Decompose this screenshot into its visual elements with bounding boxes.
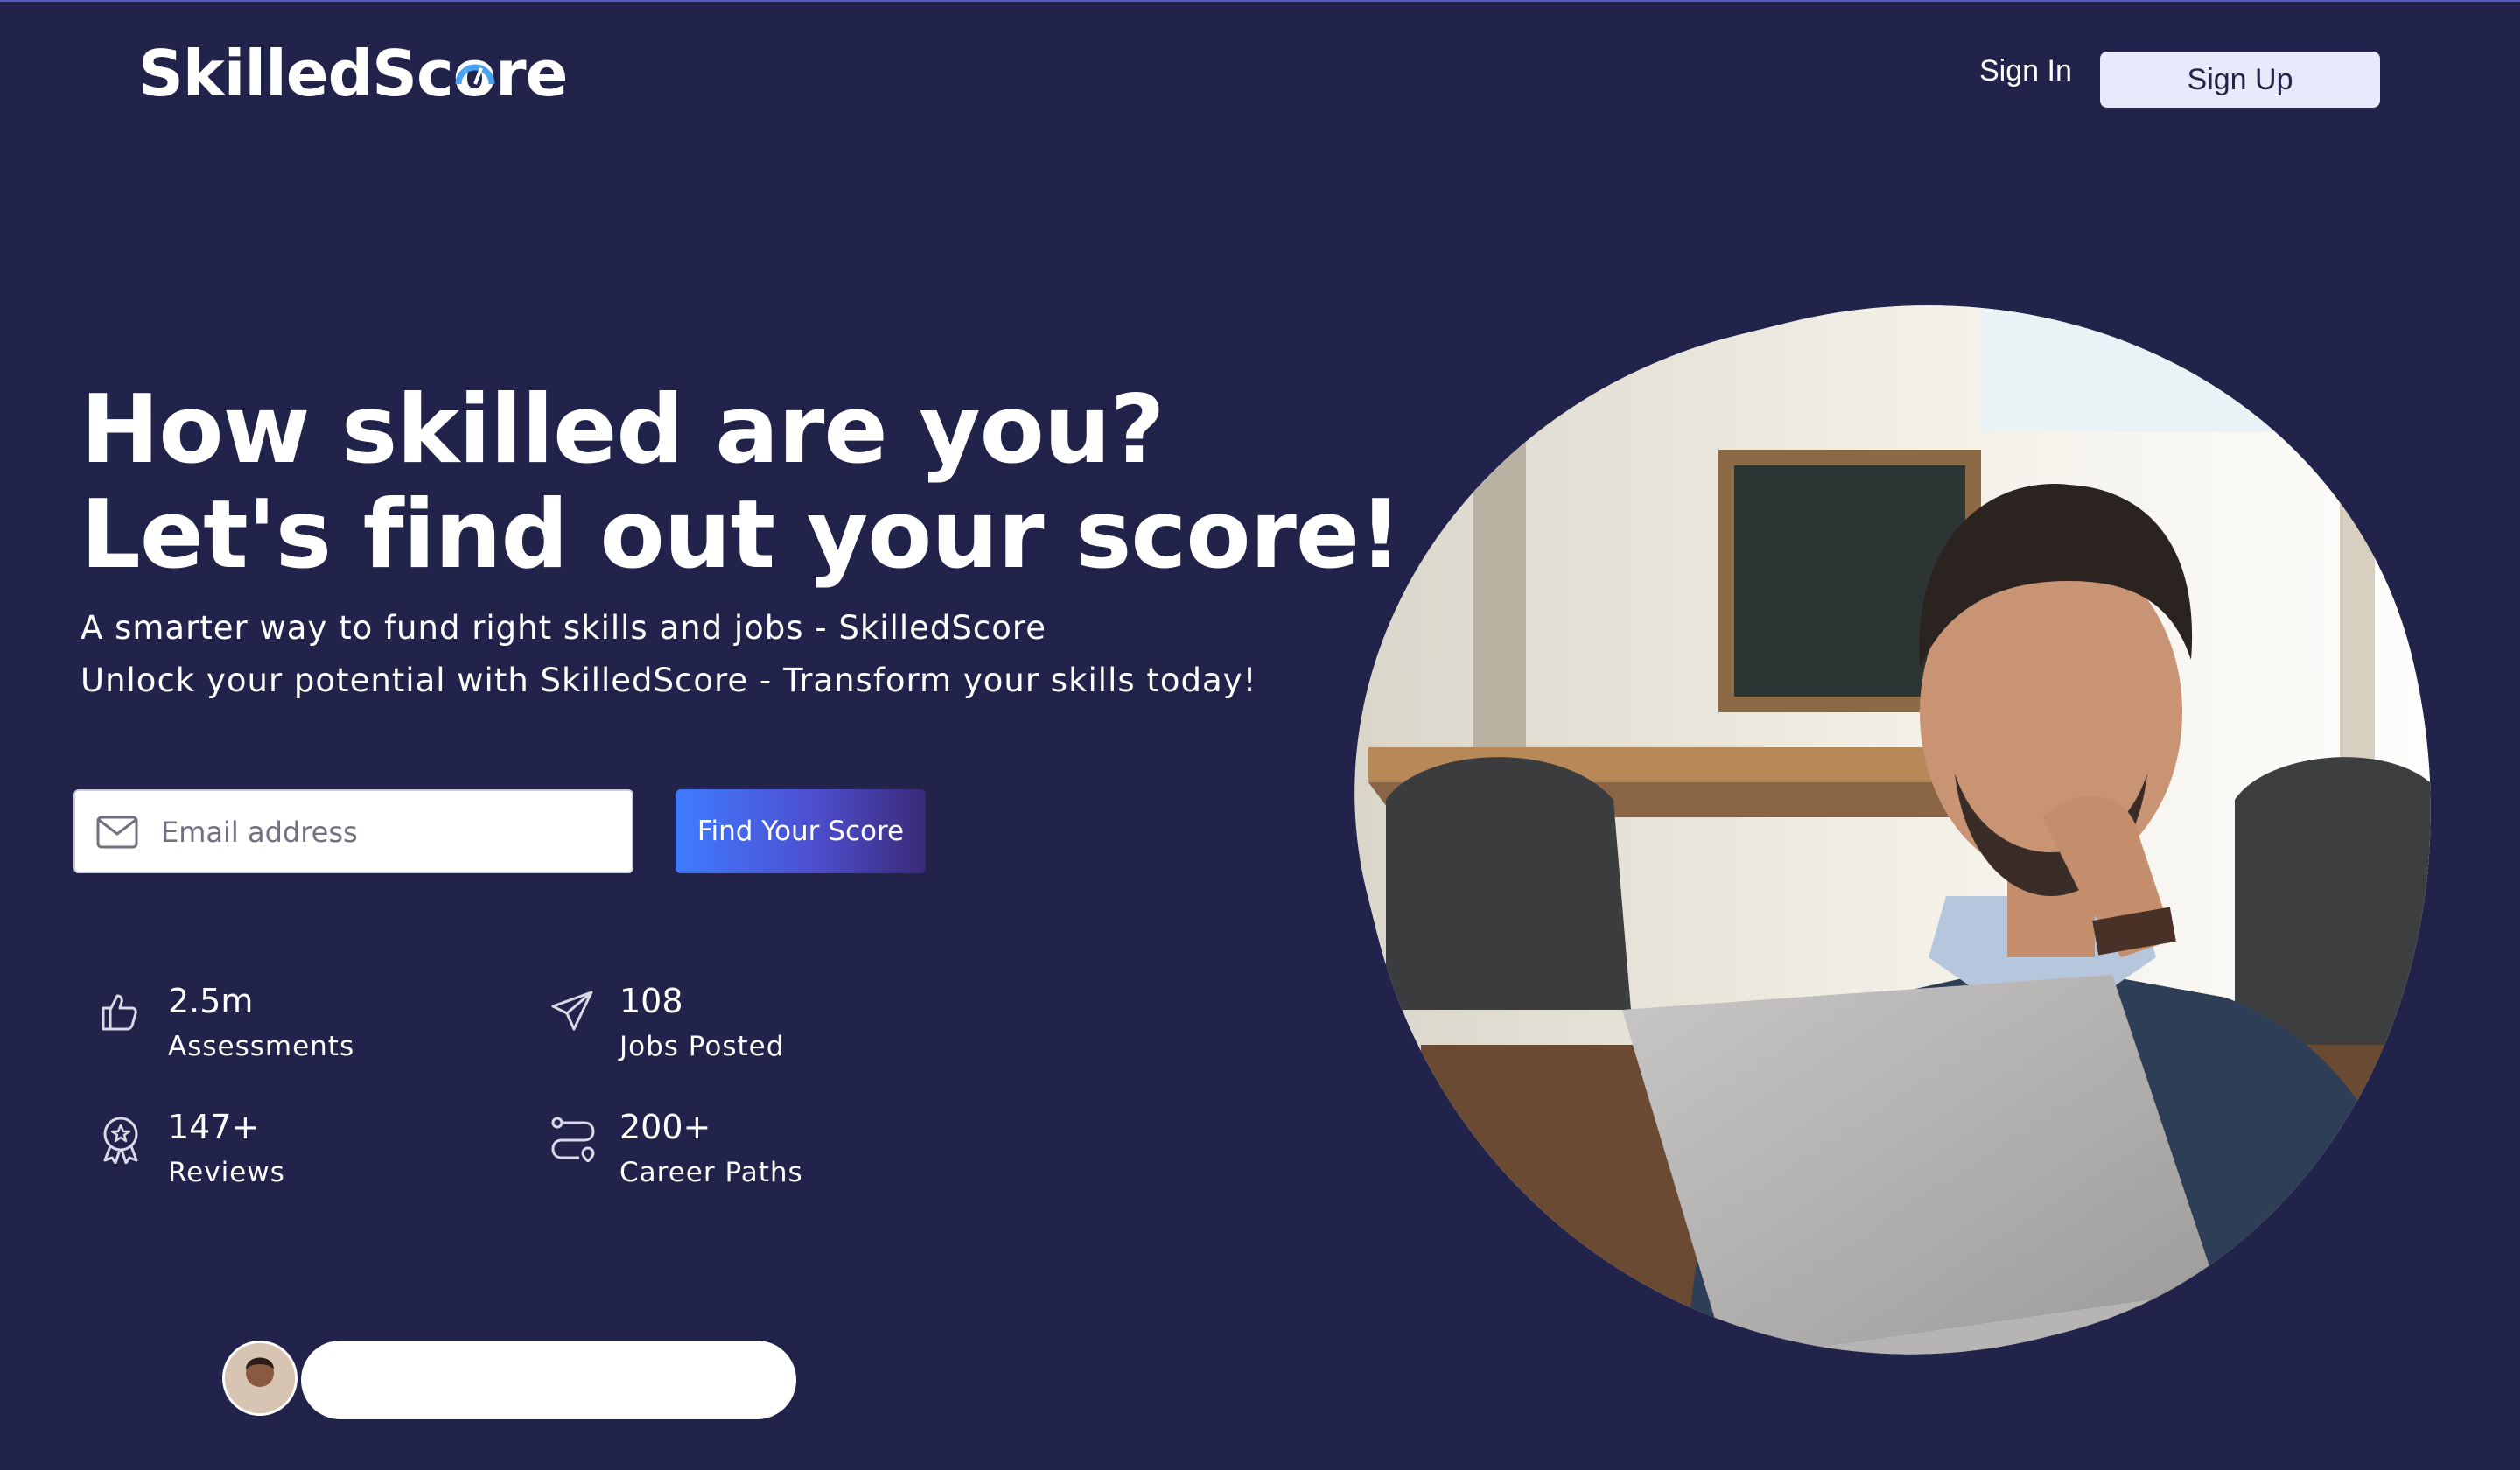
logo-text-end: re — [495, 37, 568, 110]
stat-value: 200+ — [620, 1108, 711, 1146]
thumbs-up-icon — [102, 994, 137, 1031]
find-your-score-button[interactable]: Find Your Score — [676, 789, 926, 873]
stat-label: Assessments — [168, 1031, 355, 1062]
speedometer-icon: o — [452, 37, 496, 110]
headline-line-2: Let's find out your score! — [80, 480, 1402, 590]
hero-subtitle: A smarter way to fund right skills and j… — [80, 602, 1256, 707]
stat-value: 147+ — [168, 1108, 260, 1146]
stat-label: Reviews — [168, 1157, 285, 1188]
stat-jobs-posted: 108 Jobs Posted — [550, 982, 900, 1078]
testimonial-card — [301, 1340, 796, 1419]
hero-photo — [1257, 195, 2520, 1470]
subtitle-line-2: Unlock your potential with SkilledScore … — [80, 662, 1257, 699]
route-icon — [551, 1116, 595, 1162]
stat-value: 2.5m — [168, 982, 254, 1020]
stat-career-paths: 200+ Career Paths — [550, 1108, 900, 1204]
sign-in-link[interactable]: Sign In — [1979, 54, 2072, 88]
hero-headline: How skilled are you? Let's find out your… — [80, 375, 1402, 590]
subtitle-line-1: A smarter way to fund right skills and j… — [80, 609, 1047, 647]
man-with-laptop-image — [1316, 257, 2492, 1410]
email-field-wrapper — [74, 789, 634, 873]
stat-assessments: 2.5m Assessments — [98, 982, 448, 1078]
email-input[interactable] — [159, 791, 618, 873]
logo-text-start: SkilledSc — [138, 37, 454, 110]
sign-up-button[interactable]: Sign Up — [2100, 52, 2380, 108]
mail-icon — [96, 816, 138, 849]
person-avatar-image — [225, 1343, 295, 1413]
stat-label: Career Paths — [620, 1157, 803, 1188]
paper-plane-icon — [551, 990, 593, 1031]
headline-line-1: How skilled are you? — [80, 375, 1165, 485]
stat-reviews: 147+ Reviews — [98, 1108, 448, 1204]
brand-logo[interactable]: SkilledSco re — [138, 32, 569, 116]
avatar — [222, 1340, 298, 1416]
stat-label: Jobs Posted — [620, 1031, 785, 1062]
award-badge-icon — [103, 1116, 138, 1164]
stat-value: 108 — [620, 982, 683, 1020]
